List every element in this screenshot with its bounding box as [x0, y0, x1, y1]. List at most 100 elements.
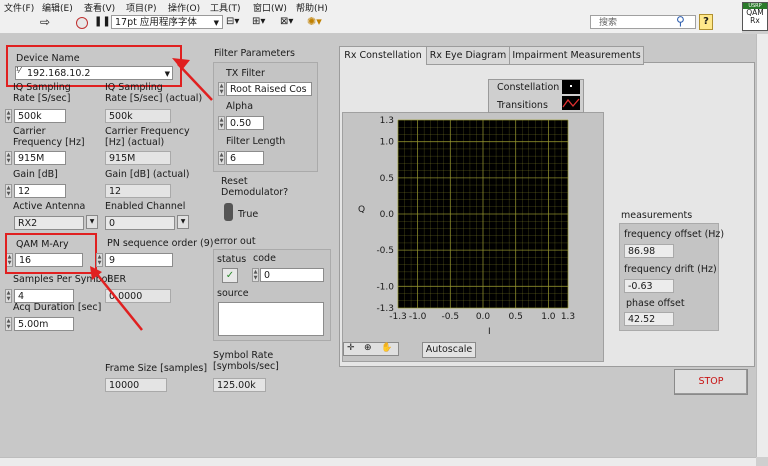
freq-drift-label: frequency drift (Hz)	[624, 264, 717, 275]
resize-icon[interactable]: ⊠▾	[280, 16, 293, 27]
frame-size-label: Frame Size [samples]	[105, 363, 208, 374]
x-tick-label: -1.0	[409, 312, 427, 322]
tab-impairment-measurements[interactable]: Impairment Measurements	[509, 46, 644, 65]
gain-label: Gain [dB]	[13, 169, 58, 180]
measurements-title: measurements	[621, 210, 693, 221]
stop-button[interactable]: STOP	[674, 369, 748, 395]
phase-offset-indicator: 42.52	[624, 312, 674, 326]
legend-constellation-swatch	[562, 80, 580, 94]
code-spinner[interactable]: ▲ ▼	[252, 268, 259, 282]
pn-label: PN sequence order (9)	[107, 238, 214, 249]
filter-title: Filter Parameters	[214, 48, 295, 59]
tx-filter-spinner[interactable]: ▲ ▼	[218, 82, 225, 96]
pan-hand-icon[interactable]: ✋	[381, 343, 392, 353]
pn-spinner[interactable]: ▲ ▼	[96, 253, 103, 267]
ber-label: BER	[107, 274, 127, 285]
error-out-title: error out	[214, 236, 256, 247]
carrier-spinner[interactable]: ▲ ▼	[5, 151, 12, 165]
chevron-down-icon: ▼	[213, 19, 219, 27]
vertical-scrollbar[interactable]	[756, 34, 768, 457]
reset-label: Reset Demodulator?	[221, 176, 289, 198]
status-check-icon: ✓	[222, 268, 238, 283]
tab-rx-eye-diagram[interactable]: Rx Eye Diagram	[426, 46, 510, 65]
carrier-actual-label: Carrier Frequency [Hz] (actual)	[105, 126, 190, 148]
reset-value: True	[238, 209, 259, 220]
x-tick-label: 1.3	[561, 312, 575, 322]
help-icon[interactable]: ?	[699, 14, 713, 30]
gain-actual-label: Gain [dB] (actual)	[105, 169, 190, 180]
code-indicator: 0	[260, 268, 324, 282]
y-tick-label: 1.3	[380, 116, 394, 126]
y-tick-label: -1.3	[376, 304, 394, 314]
align-icon[interactable]: ⊟▾	[226, 16, 239, 27]
code-label: code	[253, 253, 276, 264]
highlight-qam	[5, 233, 97, 274]
crosshair-icon[interactable]: ✛	[347, 343, 355, 353]
symbol-rate-indicator: 125.00k	[213, 378, 266, 392]
toolbar: ⇨ ❚❚ 17pt 应用程序字体 ▼ ⊟▾ ⊞▾ ⊠▾ ✺▾ 搜索 ⚲ ?	[0, 13, 742, 34]
vi-icon-label: QAM Rx	[746, 8, 764, 25]
gain-spinner[interactable]: ▲ ▼	[5, 184, 12, 198]
pn-input[interactable]: 9	[105, 253, 173, 267]
filter-length-label: Filter Length	[226, 136, 286, 147]
iq-rate-input[interactable]: 500k	[14, 109, 66, 123]
y-tick-label: 1.0	[380, 138, 395, 148]
gain-input[interactable]: 12	[14, 184, 66, 198]
x-axis-label: I	[488, 327, 491, 337]
y-tick-label: 0.0	[380, 210, 395, 220]
gain-actual-indicator: 12	[105, 184, 171, 198]
font-select-value: 17pt 应用程序字体	[115, 17, 197, 28]
graph-palette: ✛ ⊕ ✋	[343, 342, 399, 356]
acq-input[interactable]: 5.00m	[14, 317, 74, 331]
run-arrow-icon[interactable]: ⇨	[40, 15, 50, 29]
acq-label: Acq Duration [sec]	[13, 302, 102, 313]
alpha-input[interactable]: 0.50	[226, 116, 264, 130]
y-tick-label: -0.5	[376, 246, 394, 256]
tx-filter-label: TX Filter	[226, 68, 265, 79]
highlight-device-name	[6, 45, 182, 87]
alpha-label: Alpha	[226, 101, 254, 112]
carrier-actual-indicator: 915M	[105, 151, 171, 165]
antenna-label: Active Antenna	[13, 201, 86, 212]
abort-icon[interactable]	[76, 17, 88, 29]
sps-input[interactable]: 4	[14, 289, 74, 303]
x-tick-label: -0.5	[442, 312, 460, 322]
tx-filter-select[interactable]: Root Raised Cos	[226, 82, 312, 96]
antenna-select[interactable]: RX2	[14, 216, 84, 230]
y-tick-label: -1.0	[376, 282, 394, 292]
chevron-down-icon[interactable]: ▼	[86, 215, 98, 229]
search-icon[interactable]: ⚲	[676, 14, 685, 28]
filter-length-spinner[interactable]: ▲ ▼	[218, 151, 225, 165]
toggle-switch-icon[interactable]	[224, 203, 233, 221]
zoom-icon[interactable]: ⊕	[364, 343, 372, 353]
filter-length-input[interactable]: 6	[226, 151, 264, 165]
constellation-plot[interactable]: -1.3 -1.0 -0.5 0.0 0.5 1.0 1.3 1.3 1.0 0.5 0.0 -0.5…	[342, 112, 604, 342]
legend-transitions-swatch	[562, 96, 580, 110]
tab-rx-constellation[interactable]: Rx Constellation	[339, 46, 427, 65]
sps-label: Samples Per Symbol	[13, 274, 111, 285]
pause-icon[interactable]: ❚❚	[94, 16, 111, 27]
legend-dot-icon	[570, 85, 572, 87]
iq-rate-actual-indicator: 500k	[105, 109, 171, 123]
carrier-input[interactable]: 915M	[14, 151, 66, 165]
status-label: status	[217, 254, 247, 265]
enabled-channel-select[interactable]: 0	[105, 216, 175, 230]
chevron-down-icon[interactable]: ▼	[177, 215, 189, 229]
symbol-rate-label: Symbol Rate [symbols/sec]	[213, 350, 279, 372]
iq-rate-spinner[interactable]: ▲ ▼	[5, 109, 12, 123]
freq-drift-indicator: -0.63	[624, 279, 674, 293]
alpha-spinner[interactable]: ▲ ▼	[218, 116, 225, 130]
reorder-icon[interactable]: ✺▾	[307, 15, 322, 28]
y-axis-label: Q	[358, 205, 366, 215]
phase-offset-label: phase offset	[626, 298, 685, 309]
freq-offset-indicator: 86.98	[624, 244, 674, 258]
enabled-channel-label: Enabled Channel	[105, 201, 186, 212]
menu-bar: 文件(F) 编辑(E) 查看(V) 项目(P) 操作(O) 工具(T) 窗口(W…	[0, 0, 768, 14]
acq-spinner[interactable]: ▲ ▼	[5, 317, 12, 331]
distribute-icon[interactable]: ⊞▾	[252, 16, 265, 27]
font-select[interactable]: 17pt 应用程序字体 ▼	[111, 15, 223, 29]
frame-size-indicator: 10000	[105, 378, 167, 392]
sps-spinner[interactable]: ▲ ▼	[5, 289, 12, 303]
x-tick-label: 0.0	[476, 312, 491, 322]
autoscale-button[interactable]: Autoscale	[422, 342, 476, 358]
